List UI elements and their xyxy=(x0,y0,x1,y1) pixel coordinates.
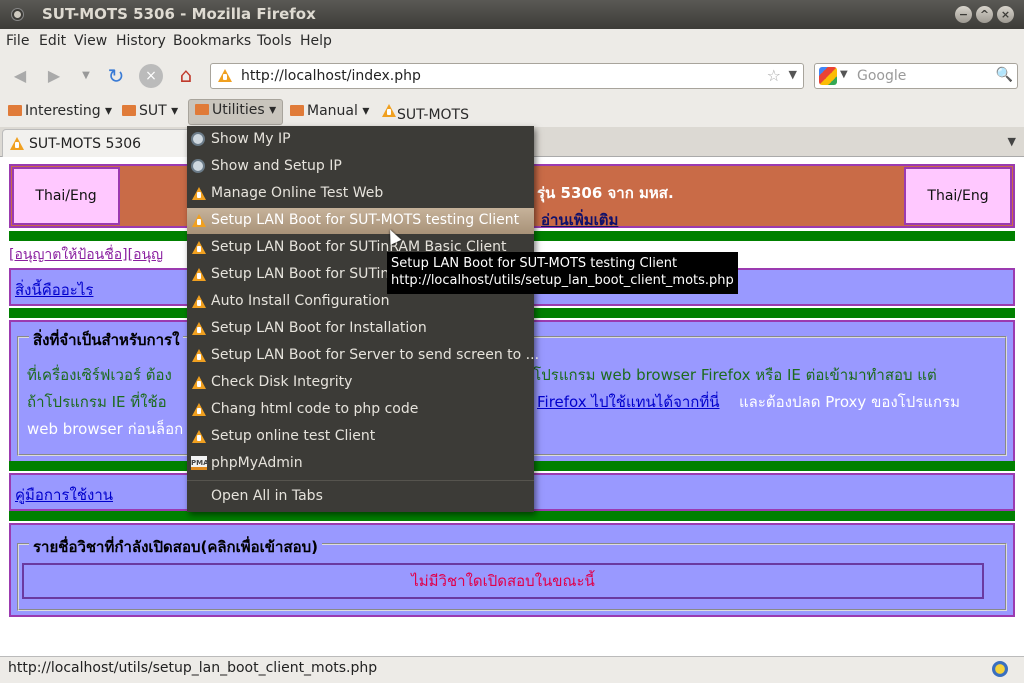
vanilla-icon xyxy=(191,348,207,364)
folder-icon xyxy=(195,104,209,115)
menu-item-show-my-ip[interactable]: Show My IP xyxy=(187,127,534,153)
req-text-2a: ถ้าโปรแกรม IE ที่ใช้อ xyxy=(27,393,167,411)
req-text-3: web browser ก่อนล็อก xyxy=(27,420,184,438)
folder-icon xyxy=(290,105,304,116)
menu-item-open-all-tabs[interactable]: Open All in Tabs xyxy=(187,484,534,510)
stop-icon[interactable]: × xyxy=(139,64,163,88)
menu-separator xyxy=(187,480,534,481)
tooltip-title: Setup LAN Boot for SUT-MOTS testing Clie… xyxy=(391,256,678,271)
back-arrow-icon[interactable]: ◀ xyxy=(8,64,32,88)
status-text: http://localhost/utils/setup_lan_boot_cl… xyxy=(8,660,378,676)
home-icon[interactable]: ⌂ xyxy=(174,63,198,87)
banner-text: รุ่น 5306 จาก มหส. xyxy=(537,184,674,202)
req-text-2b: และต้องปลด Proxy ของโปรแกรม xyxy=(739,393,960,411)
menu-item-html-to-php[interactable]: Chang html code to php code xyxy=(187,397,534,423)
menu-view[interactable]: View xyxy=(74,33,107,49)
search-icon[interactable]: 🔍 xyxy=(996,67,1013,83)
vanilla-icon xyxy=(191,267,207,283)
menu-item-show-setup-ip[interactable]: Show and Setup IP xyxy=(187,154,534,180)
window-menu-icon[interactable] xyxy=(12,9,23,20)
minimize-button[interactable]: − xyxy=(955,6,972,23)
window-title: SUT-MOTS 5306 - Mozilla Firefox xyxy=(42,5,316,23)
vanilla-icon xyxy=(381,103,397,119)
vanilla-icon xyxy=(191,213,207,229)
menu-bar: File Edit View History Bookmarks Tools H… xyxy=(0,29,1024,55)
menu-bookmarks[interactable]: Bookmarks xyxy=(173,33,251,49)
forward-arrow-icon[interactable]: ▶ xyxy=(42,64,66,88)
no-exam-message: ไม่มีวิชาใดเปิดสอบในขณะนี้ xyxy=(22,563,984,599)
utilities-menu: Show My IP Show and Setup IP Manage Onli… xyxy=(187,126,539,512)
title-bar: SUT-MOTS 5306 - Mozilla Firefox − ^ × xyxy=(0,0,1024,29)
globe-icon xyxy=(191,159,205,173)
menu-edit[interactable]: Edit xyxy=(39,33,66,49)
menu-history[interactable]: History xyxy=(116,33,166,49)
maximize-button[interactable]: ^ xyxy=(976,6,993,23)
read-more-link[interactable]: อ่านเพิ่มเติม xyxy=(541,208,618,232)
menu-file[interactable]: File xyxy=(6,33,29,49)
menu-item-phpmyadmin[interactable]: PMA phpMyAdmin xyxy=(187,451,534,477)
navigation-toolbar: ◀ ▶ ▼ ↻ × ⌂ http://localhost/index.php ☆… xyxy=(0,55,1024,97)
url-bar[interactable]: http://localhost/index.php ☆ ▼ xyxy=(210,63,804,89)
thai-eng-right-button[interactable]: Thai/Eng xyxy=(904,167,1012,225)
manual-link[interactable]: คู่มือการใช้งาน xyxy=(15,483,113,507)
menu-item-lan-boot-installation[interactable]: Setup LAN Boot for Installation xyxy=(187,316,534,342)
bookmarks-toolbar: Interesting ▾ SUT ▾ Utilities ▾ Manual ▾… xyxy=(0,97,1024,127)
site-identity-icon[interactable] xyxy=(217,68,233,84)
what-is-link[interactable]: สิ่งนี้คืออะไร xyxy=(15,278,93,302)
tooltip: Setup LAN Boot for SUT-MOTS testing Clie… xyxy=(387,252,738,294)
vanilla-icon xyxy=(191,321,207,337)
bookmark-sut-mots[interactable]: SUT-MOTS xyxy=(381,103,469,123)
menu-help[interactable]: Help xyxy=(300,33,332,49)
folder-icon xyxy=(8,105,22,116)
vanilla-icon xyxy=(191,240,207,256)
courses-legend: รายชื่อวิชาที่กำลังเปิดสอบ(คลิกเพื่อเข้า… xyxy=(29,535,322,559)
bookmark-utilities[interactable]: Utilities ▾ xyxy=(188,99,284,125)
vanilla-icon xyxy=(191,402,207,418)
search-input[interactable]: Google xyxy=(857,68,906,84)
globe-icon xyxy=(191,132,205,146)
vanilla-icon xyxy=(191,375,207,391)
vanilla-icon xyxy=(191,294,207,310)
bookmark-sut[interactable]: SUT ▾ xyxy=(122,103,178,123)
menu-tools[interactable]: Tools xyxy=(257,33,292,49)
bookmark-manual[interactable]: Manual ▾ xyxy=(290,103,369,123)
url-dropdown-icon[interactable]: ▼ xyxy=(789,68,797,81)
requirements-legend: สิ่งที่จำเป็นสำหรับการใ xyxy=(29,328,184,352)
req-text-1a: ที่เครื่องเซิร์ฟเวอร์ ต้อง xyxy=(27,366,172,384)
url-input[interactable]: http://localhost/index.php xyxy=(241,68,421,84)
folder-icon xyxy=(122,105,136,116)
google-engine-icon[interactable] xyxy=(819,67,837,85)
engine-dropdown-icon[interactable]: ▼ xyxy=(840,69,848,80)
bookmark-interesting[interactable]: Interesting ▾ xyxy=(8,103,112,123)
vanilla-icon xyxy=(191,429,207,445)
history-dropdown-icon[interactable]: ▼ xyxy=(74,64,98,88)
reload-icon[interactable]: ↻ xyxy=(104,64,128,88)
divider xyxy=(9,511,1015,521)
req-text-1b: ช้โปรแกรม web browser Firefox หรือ IE ต่… xyxy=(523,366,937,384)
search-bar[interactable]: ▼ Google 🔍 xyxy=(814,63,1018,89)
bookmark-star-icon[interactable]: ☆ xyxy=(767,66,781,85)
vanilla-icon xyxy=(191,186,207,202)
close-button[interactable]: × xyxy=(997,6,1014,23)
addon-status-icon[interactable] xyxy=(992,661,1008,677)
vanilla-icon xyxy=(9,136,25,152)
menu-item-manage-online-test[interactable]: Manage Online Test Web xyxy=(187,181,534,207)
permit-link[interactable]: [อนุญาตให้ป้อนชื่อ][อนุญ xyxy=(9,244,163,266)
status-bar: http://localhost/utils/setup_lan_boot_cl… xyxy=(0,656,1024,683)
menu-item-setup-online-test[interactable]: Setup online test Client xyxy=(187,424,534,450)
menu-item-lan-boot-server-screen[interactable]: Setup LAN Boot for Server to send screen… xyxy=(187,343,539,369)
tab-sut-mots[interactable]: SUT-MOTS 5306 xyxy=(2,129,192,157)
thai-eng-left-button[interactable]: Thai/Eng xyxy=(12,167,120,225)
firefox-download-link[interactable]: Firefox ไปใช้แทนได้จากที่นี่ xyxy=(537,390,720,414)
phpmyadmin-icon: PMA xyxy=(191,456,209,470)
menu-item-lan-boot-mots[interactable]: Setup LAN Boot for SUT-MOTS testing Clie… xyxy=(187,208,534,234)
menu-item-check-disk[interactable]: Check Disk Integrity xyxy=(187,370,534,396)
list-all-tabs-icon[interactable]: ▼ xyxy=(1008,135,1016,148)
tooltip-url: http://localhost/utils/setup_lan_boot_cl… xyxy=(391,273,734,288)
